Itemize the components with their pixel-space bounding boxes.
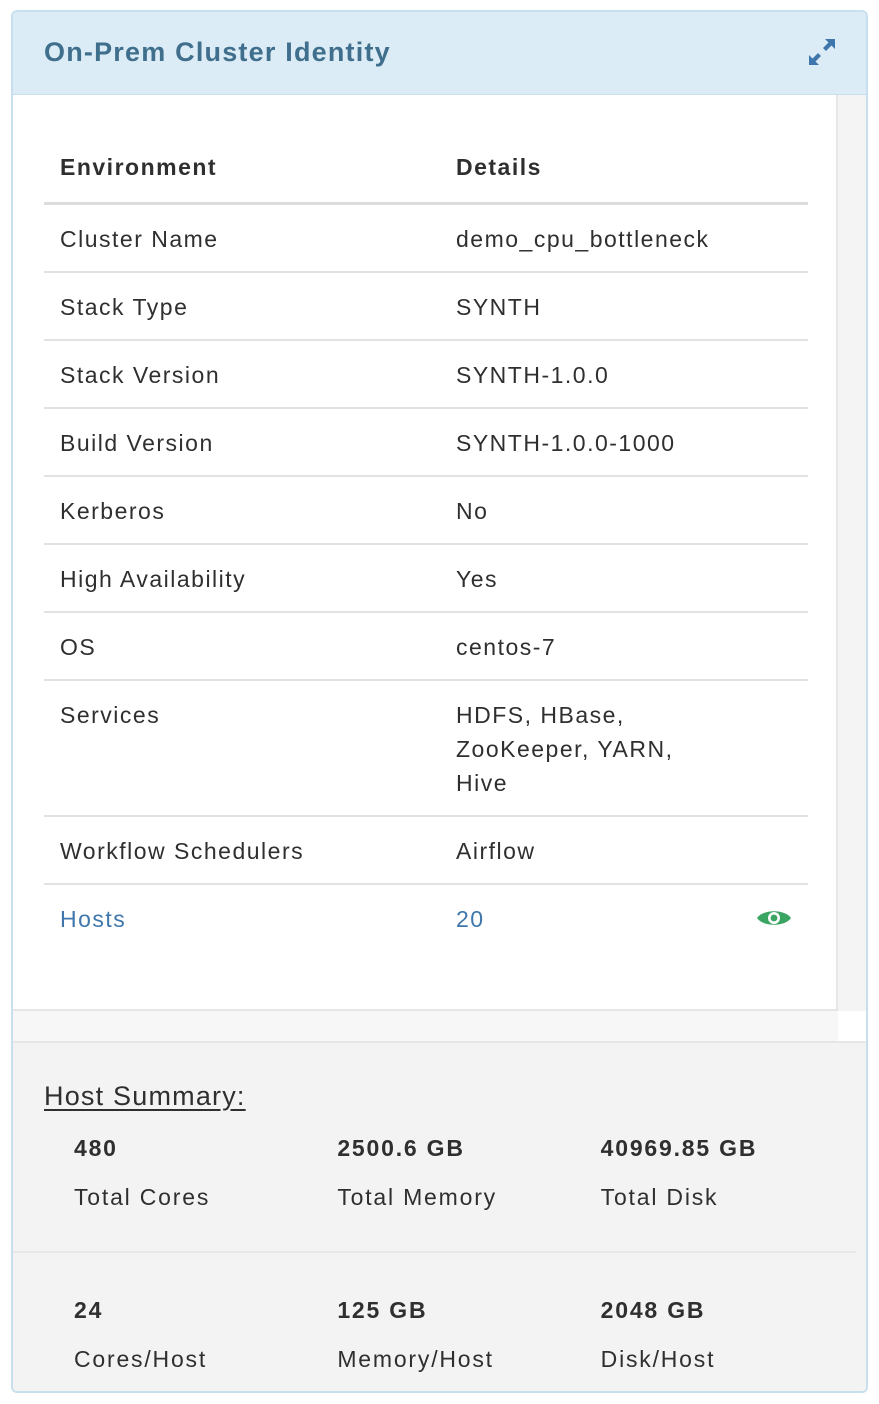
host-summary-title: Host Summary: (44, 1081, 246, 1111)
table-row: OS centos-7 (44, 612, 808, 681)
row-value: Airflow (440, 816, 740, 885)
table-row: Workflow Schedulers Airflow (44, 816, 808, 885)
stat-total-memory: 2500.6 GB Total Memory (337, 1135, 600, 1211)
host-summary: Host Summary: 480 Total Cores 2500.6 GB … (13, 1041, 866, 1391)
stat-label: Cores/Host (74, 1346, 208, 1372)
row-label: Stack Type (44, 272, 440, 341)
row-label: Stack Version (44, 340, 440, 409)
stat-memory-per-host: 125 GB Memory/Host (337, 1297, 600, 1373)
service-line: ZooKeeper, YARN, (456, 736, 674, 762)
column-header-actions (740, 131, 808, 205)
table-row: Services HDFS, HBase, ZooKeeper, YARN, H… (44, 680, 808, 817)
row-label: OS (44, 612, 440, 681)
stat-label: Memory/Host (337, 1346, 494, 1372)
environment-table-panel: Environment Details Cluster Name demo_cp… (13, 95, 838, 1011)
stat-value: 125 GB (337, 1297, 428, 1323)
totals-row: 480 Total Cores 2500.6 GB Total Memory 4… (74, 1135, 864, 1211)
stat-label: Total Memory (337, 1184, 497, 1210)
stat-value: 480 (74, 1135, 118, 1161)
row-label: Cluster Name (44, 203, 440, 273)
stat-label: Total Cores (74, 1184, 211, 1210)
stat-value: 2500.6 GB (337, 1135, 465, 1161)
stat-value: 40969.85 GB (600, 1135, 758, 1161)
table-row-hosts[interactable]: Hosts 20 (44, 884, 808, 953)
row-value: SYNTH (440, 272, 740, 341)
stat-cores-per-host: 24 Cores/Host (74, 1297, 337, 1373)
column-header-environment: Environment (44, 131, 440, 205)
per-host-row: 24 Cores/Host 125 GB Memory/Host 2048 GB… (74, 1297, 864, 1373)
stat-label: Total Disk (600, 1184, 719, 1210)
stat-value: 2048 GB (600, 1297, 706, 1323)
row-value: Yes (440, 544, 740, 613)
cluster-identity-card: On-Prem Cluster Identity Environment Det… (11, 10, 868, 1393)
table-row: Kerberos No (44, 476, 808, 545)
table-row: Stack Version SYNTH-1.0.0 (44, 340, 808, 409)
row-value: centos-7 (440, 612, 740, 681)
row-value: SYNTH-1.0.0 (440, 340, 740, 409)
table-header-row: Environment Details (44, 131, 808, 205)
row-value-services: HDFS, HBase, ZooKeeper, YARN, Hive (440, 680, 740, 817)
stat-total-disk: 40969.85 GB Total Disk (601, 1135, 864, 1211)
row-label: Build Version (44, 408, 440, 477)
stat-value: 24 (74, 1297, 104, 1323)
table-row: High Availability Yes (44, 544, 808, 613)
service-line: HDFS, HBase, (456, 702, 625, 728)
row-value: demo_cpu_bottleneck (440, 203, 740, 273)
eye-icon[interactable] (756, 904, 792, 938)
expand-arrows-icon[interactable] (804, 34, 840, 70)
card-title: On-Prem Cluster Identity (44, 37, 391, 67)
row-label: Services (44, 680, 440, 817)
hosts-link[interactable]: Hosts (44, 884, 440, 953)
summary-divider (13, 1251, 856, 1253)
column-header-details: Details (440, 131, 740, 205)
table-row: Cluster Name demo_cpu_bottleneck (44, 203, 808, 273)
row-value: No (440, 476, 740, 545)
hosts-count[interactable]: 20 (440, 884, 740, 953)
scroll-corner (838, 1011, 866, 1041)
environment-table: Environment Details Cluster Name demo_cp… (44, 131, 808, 953)
row-value: SYNTH-1.0.0-1000 (440, 408, 740, 477)
table-row: Build Version SYNTH-1.0.0-1000 (44, 408, 808, 477)
service-line: Hive (456, 770, 509, 796)
row-label: Workflow Schedulers (44, 816, 440, 885)
row-label: Kerberos (44, 476, 440, 545)
card-header: On-Prem Cluster Identity (13, 12, 866, 95)
table-row: Stack Type SYNTH (44, 272, 808, 341)
stat-label: Disk/Host (600, 1346, 716, 1372)
stat-disk-per-host: 2048 GB Disk/Host (601, 1297, 864, 1373)
vertical-scrollbar-track[interactable] (838, 95, 866, 1011)
row-label: High Availability (44, 544, 440, 613)
stat-total-cores: 480 Total Cores (74, 1135, 337, 1211)
horizontal-scrollbar-track[interactable] (13, 1011, 838, 1041)
